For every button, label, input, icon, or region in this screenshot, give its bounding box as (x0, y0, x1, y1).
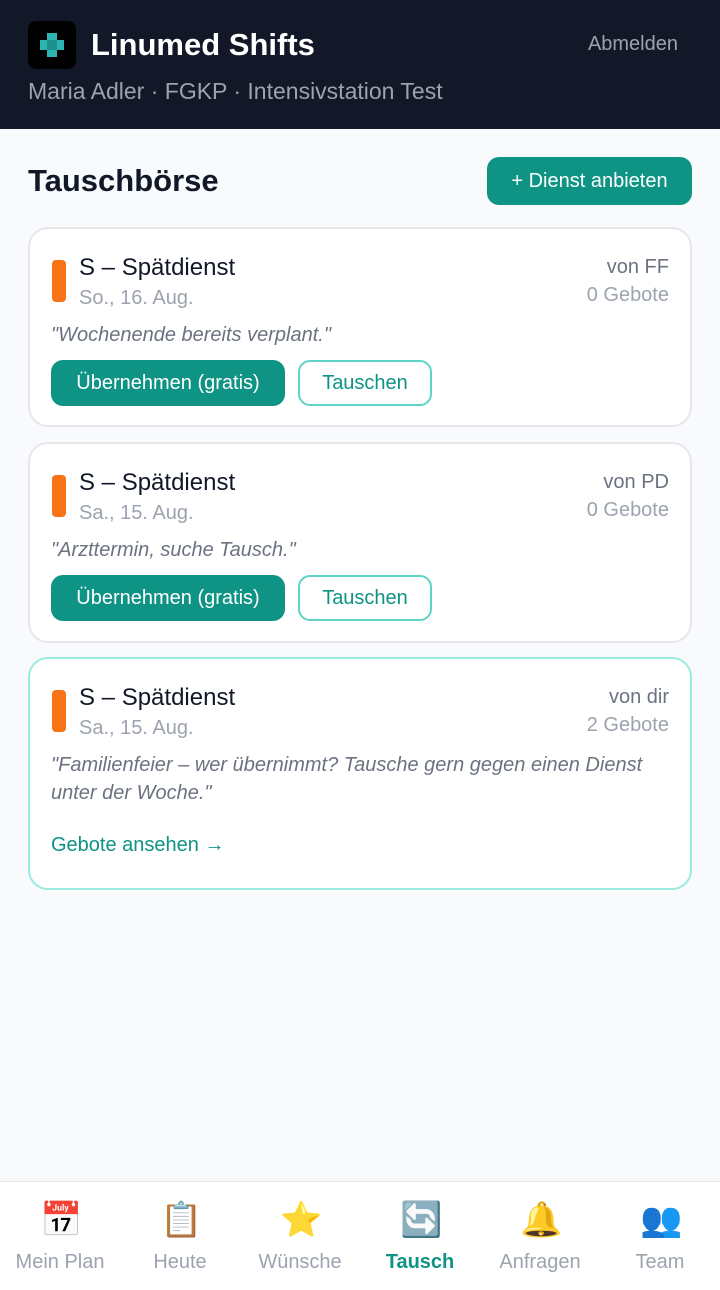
swap-arrows-icon: 🔄 (400, 1201, 443, 1239)
nav-item-wuensche[interactable]: ⭐ Wünsche (240, 1182, 360, 1290)
star-icon: ⭐ (280, 1201, 323, 1239)
swap-offer-card: S – Spätdienst Sa., 15. Aug. von PD 0 Ge… (28, 442, 692, 643)
nav-label: Anfragen (499, 1251, 581, 1273)
shift-date: Sa., 15. Aug. (79, 502, 194, 524)
nav-label: Tausch (385, 1251, 455, 1273)
shift-color-bar (52, 690, 66, 732)
offered-by: von FF (606, 256, 669, 278)
nav-item-tausch[interactable]: 🔄 Tausch (360, 1182, 480, 1290)
nav-label: Heute (153, 1251, 207, 1273)
shift-color-bar (52, 260, 66, 302)
view-bids-link[interactable]: Gebote ansehen → (51, 834, 224, 857)
bid-count: 0 Gebote (586, 284, 669, 306)
take-over-button[interactable]: Übernehmen (gratis) (51, 360, 285, 406)
user-info: Maria Adler · FGKP · Intensivstation Tes… (28, 78, 443, 104)
nav-label: Wünsche (258, 1251, 342, 1273)
bid-count: 2 Gebote (586, 714, 669, 736)
offer-note: "Arzttermin, suche Tausch." (51, 539, 296, 561)
team-icon: 👥 (640, 1201, 683, 1239)
clipboard-icon: 📋 (160, 1201, 203, 1239)
swap-button[interactable]: Tauschen (298, 575, 432, 621)
nav-label: Mein Plan (15, 1251, 105, 1273)
own-offer-card: S – Spätdienst Sa., 15. Aug. von dir 2 G… (28, 657, 692, 890)
shift-name: S – Spätdienst (79, 469, 236, 496)
offer-note: "Familienfeier – wer übernimmt? Tausche … (51, 754, 643, 804)
nav-label: Team (635, 1251, 685, 1273)
shift-name: S – Spätdienst (79, 684, 236, 711)
offer-note: "Wochenende bereits verplant." (51, 324, 331, 346)
nav-item-mein-plan[interactable]: 📅 Mein Plan (0, 1182, 120, 1290)
take-over-button[interactable]: Übernehmen (gratis) (51, 575, 285, 621)
medical-cross-icon (28, 21, 76, 69)
nav-item-anfragen[interactable]: 🔔 Anfragen (480, 1182, 600, 1290)
page-title: Tauschbörse (28, 163, 219, 198)
shift-date: So., 16. Aug. (79, 287, 194, 309)
app-header: Linumed Shifts Abmelden Maria Adler · FG… (0, 0, 720, 129)
swap-button[interactable]: Tauschen (298, 360, 432, 406)
nav-item-team[interactable]: 👥 Team (600, 1182, 720, 1290)
bell-icon: 🔔 (520, 1201, 563, 1239)
offered-by: von dir (608, 686, 669, 708)
logout-link[interactable]: Abmelden (588, 33, 678, 56)
calendar-icon: 📅 (40, 1201, 83, 1239)
shift-name: S – Spätdienst (79, 254, 236, 281)
swap-offer-card: S – Spätdienst So., 16. Aug. von FF 0 Ge… (28, 227, 692, 427)
shift-date: Sa., 15. Aug. (79, 717, 194, 739)
offer-shift-button[interactable]: + Dienst anbieten (487, 157, 692, 205)
bid-count: 0 Gebote (586, 499, 669, 521)
nav-item-heute[interactable]: 📋 Heute (120, 1182, 240, 1290)
offered-by: von PD (603, 471, 669, 493)
bottom-nav: 📅 Mein Plan 📋 Heute ⭐ Wünsche 🔄 Tausch 🔔… (0, 1181, 720, 1290)
shift-color-bar (52, 475, 66, 517)
app-title: Linumed Shifts (91, 27, 315, 62)
